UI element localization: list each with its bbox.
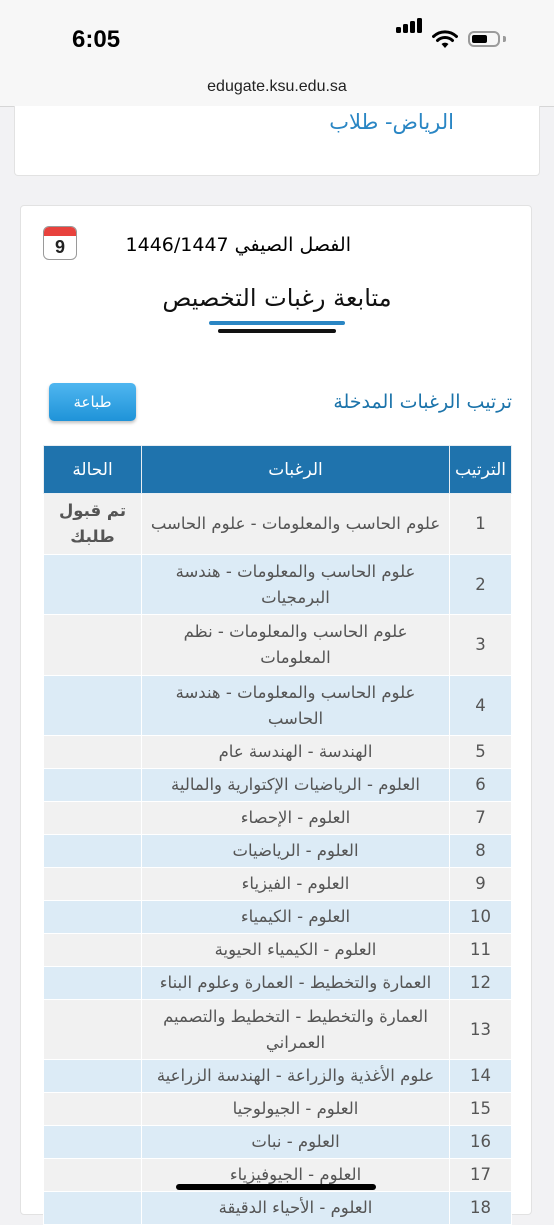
battery-cap [503,36,506,42]
cell-status [43,933,142,967]
cell-wish: العلوم - الإحصاء [141,801,450,835]
table-row: 7 العلوم - الإحصاء [43,801,512,835]
term-label: الفصل الصيفي 1446/1447 [125,234,351,256]
cell-rank: 15 [449,1092,512,1126]
cell-rank: 8 [449,834,512,868]
cell-wish: علوم الحاسب والمعلومات - علوم الحاسب [141,493,450,555]
table-row: 11 العلوم - الكيمياء الحيوية [43,933,512,967]
cell-rank: 12 [449,966,512,1000]
cell-status [43,1125,142,1159]
cell-status [43,675,142,736]
table-row: 12 العمارة والتخطيط - العمارة وعلوم البنا… [43,966,512,1000]
table-row: 4 علوم الحاسب والمعلومات - هندسة الحاسب [43,675,512,736]
cell-rank: 18 [449,1191,512,1225]
cell-status [43,554,142,615]
cell-wish: العلوم - الرياضيات [141,834,450,868]
table-row: 3 علوم الحاسب والمعلومات - نظم المعلومات [43,614,512,676]
cell-rank: 6 [449,768,512,802]
table-row: 5 الهندسة - الهندسة عام [43,735,512,769]
section-title: ترتيب الرغبات المدخلة [333,391,512,413]
table-row: 8 العلوم - الرياضيات [43,834,512,868]
wifi-icon [432,30,458,48]
cell-wish: علوم الحاسب والمعلومات - هندسة البرمجيات [141,554,450,615]
home-indicator [176,1184,376,1190]
cell-status [43,1059,142,1093]
cell-rank: 5 [449,735,512,769]
cell-rank: 3 [449,614,512,676]
cell-status [43,735,142,769]
cell-rank: 10 [449,900,512,934]
table-row: 2 علوم الحاسب والمعلومات - هندسة البرمجيا… [43,554,512,615]
cell-wish: العلوم - الفيزياء [141,867,450,901]
cell-status [43,768,142,802]
cell-rank: 16 [449,1125,512,1159]
cell-wish: العلوم - الكيمياء الحيوية [141,933,450,967]
table-row: 16 العلوم - نبات [43,1125,512,1159]
table-header-row: الترتيب الرغبات الحالة [43,445,512,494]
cell-status: تم قبول طلبك [43,493,142,555]
cell-status [43,999,142,1060]
cell-status [43,1092,142,1126]
header-card: الرياض- طلاب [14,106,540,176]
cell-rank: 14 [449,1059,512,1093]
table-row: 10 العلوم - الكيمياء [43,900,512,934]
cell-rank: 17 [449,1158,512,1192]
table-row: 13 العمارة والتخطيط - التخطيط والتصميم ال… [43,999,512,1060]
title-underline [209,321,345,325]
calendar-icon: 9 [43,226,77,260]
print-button[interactable]: طباعة [49,383,136,421]
table-row: 1 علوم الحاسب والمعلومات - علوم الحاسب تم … [43,493,512,555]
cell-rank: 13 [449,999,512,1060]
cell-wish: علوم الحاسب والمعلومات - هندسة الحاسب [141,675,450,736]
cell-status [43,966,142,1000]
cell-wish: العلوم - الرياضيات الإكتوارية والمالية [141,768,450,802]
cell-status [43,867,142,901]
column-header-rank: الترتيب [449,445,512,494]
url-bar[interactable]: edugate.ksu.edu.sa [0,70,554,107]
table-row: 9 العلوم - الفيزياء [43,867,512,901]
cell-wish: علوم الحاسب والمعلومات - نظم المعلومات [141,614,450,676]
cell-wish: العمارة والتخطيط - العمارة وعلوم البناء [141,966,450,1000]
status-time: 6:05 [72,26,121,53]
cell-wish: العلوم - الجيولوجيا [141,1092,450,1126]
column-header-status: الحالة [43,445,142,494]
table-row: 14 علوم الأغذية والزراعة - الهندسة الزراع… [43,1059,512,1093]
column-header-wish: الرغبات [141,445,450,494]
cell-status [43,801,142,835]
cell-wish: العلوم - نبات [141,1125,450,1159]
wishes-table: الترتيب الرغبات الحالة 1 علوم الحاسب والم… [43,445,512,1225]
cell-rank: 11 [449,933,512,967]
cell-wish: العلوم - الأحياء الدقيقة [141,1191,450,1225]
cell-rank: 4 [449,675,512,736]
cell-status [43,614,142,676]
status-bar: 6:05 [0,0,554,70]
cell-wish: الهندسة - الهندسة عام [141,735,450,769]
table-row: 18 العلوم - الأحياء الدقيقة [43,1191,512,1225]
page-title: متابعة رغبات التخصيص [162,284,392,312]
title-underline-dark [218,329,336,333]
cell-rank: 9 [449,867,512,901]
cell-rank: 1 [449,493,512,555]
cell-status [43,834,142,868]
table-row: 6 العلوم - الرياضيات الإكتوارية والمالية [43,768,512,802]
cell-status [43,1191,142,1225]
cell-wish: العلوم - الكيمياء [141,900,450,934]
cell-rank: 7 [449,801,512,835]
battery-icon [468,31,500,47]
cell-rank: 2 [449,554,512,615]
campus-label: الرياض- طلاب [329,110,454,134]
cell-status [43,900,142,934]
table-row: 15 العلوم - الجيولوجيا [43,1092,512,1126]
cell-wish: علوم الأغذية والزراعة - الهندسة الزراعية [141,1059,450,1093]
cell-wish: العمارة والتخطيط - التخطيط والتصميم العم… [141,999,450,1060]
cell-status [43,1158,142,1192]
